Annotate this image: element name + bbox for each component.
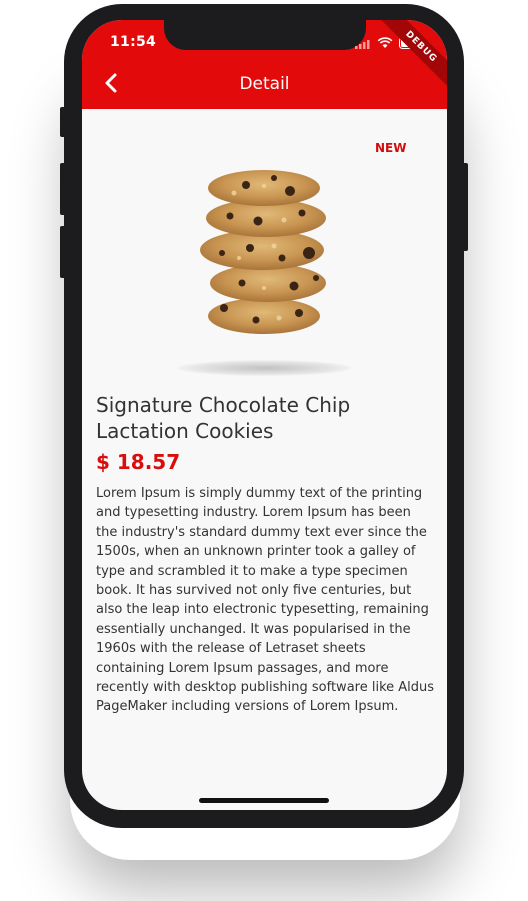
signal-icon <box>355 34 371 53</box>
app-bar: 11:54 DEBUG Detail <box>82 20 447 109</box>
status-time: 11:54 <box>110 34 157 50</box>
stage: 11:54 DEBUG Detail NEW Signature Chocola… <box>0 0 528 901</box>
product-description: Lorem Ipsum is simply dummy text of the … <box>96 486 435 715</box>
image-shadow <box>177 360 352 376</box>
home-indicator[interactable] <box>199 798 329 803</box>
phone-volume-down <box>60 226 66 278</box>
phone-power-button <box>462 163 468 251</box>
page-title: Detail <box>239 74 290 94</box>
notch <box>164 20 366 50</box>
product-name: Signature Chocolate Chip Lactation Cooki… <box>96 393 351 443</box>
wifi-icon <box>377 34 393 53</box>
phone-mute-switch <box>60 107 66 137</box>
new-badge: NEW <box>375 141 407 155</box>
app-screen: 11:54 DEBUG Detail NEW Signature Chocola… <box>82 20 447 810</box>
product-image <box>194 158 334 338</box>
phone-volume-up <box>60 163 66 215</box>
product-price: $ 18.57 <box>96 450 181 474</box>
